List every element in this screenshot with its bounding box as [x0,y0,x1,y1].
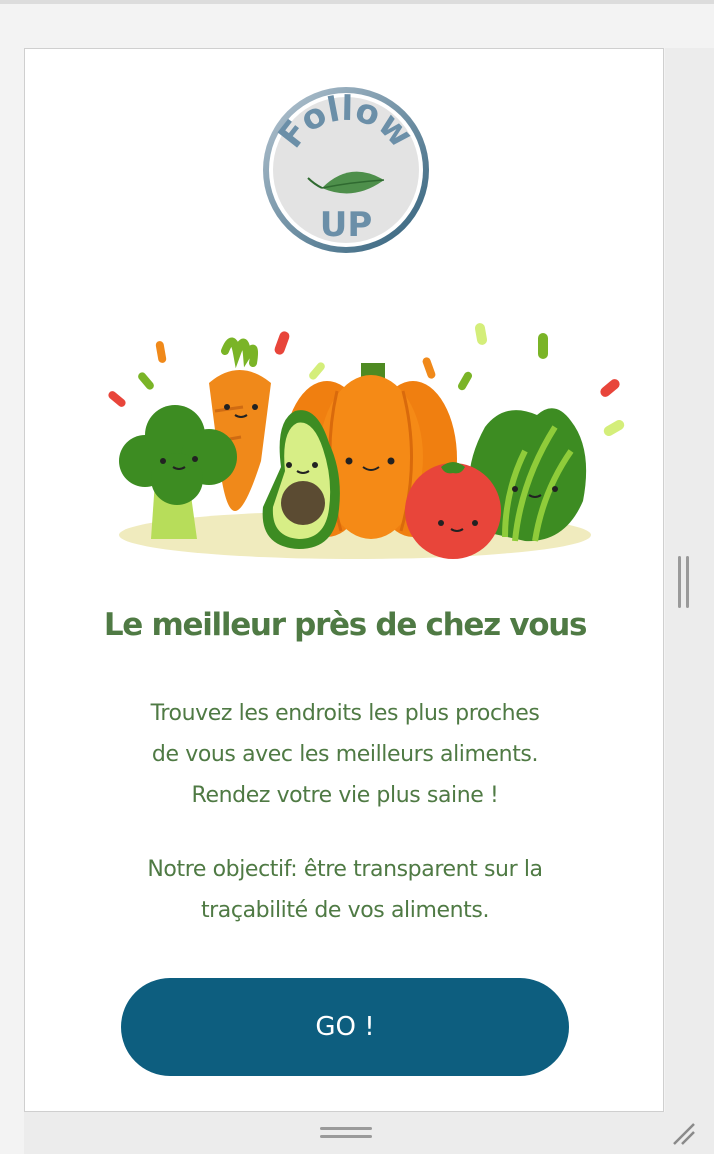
resize-grip-icon[interactable] [670,1120,698,1148]
objective-text: Notre objectif: être transparent sur la … [85,849,605,931]
description-line: de vous avec les meilleurs aliments. [151,742,539,767]
objective-line: traçabilité de vos aliments. [200,898,490,923]
vegetables-illustration [108,323,625,559]
description-text: Trouvez les endroits les plus proches de… [85,693,605,816]
go-button[interactable]: GO ! [121,978,569,1076]
carrot [209,337,271,511]
description-line: Trouvez les endroits les plus proches [150,701,540,726]
logo-text-up: UP [320,205,373,245]
browser-top-strip [0,0,714,4]
app-screen: Follow UP Le meilleur près de chez vous … [24,48,664,1112]
side-resize-handle[interactable] [678,556,690,608]
bottom-resize-handle[interactable] [320,1127,372,1139]
objective-line: Notre objectif: être transparent sur la [147,857,543,882]
description-line: Rendez votre vie plus saine ! [191,783,499,808]
page-headline: Le meilleur près de chez vous [103,607,588,643]
follow-up-logo: Follow UP [263,87,429,253]
